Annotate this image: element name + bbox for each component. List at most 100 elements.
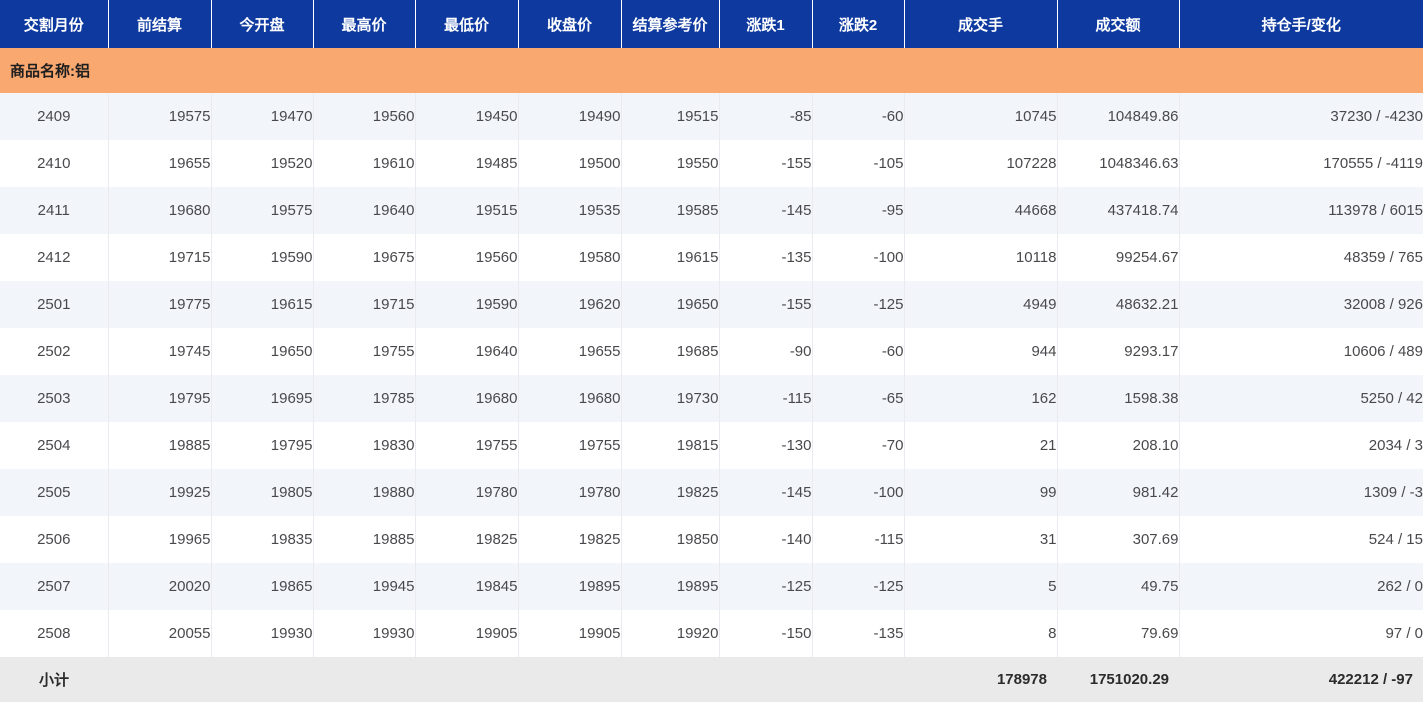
value-cell: 4949 bbox=[904, 281, 1057, 328]
value-cell: 19515 bbox=[415, 187, 518, 234]
value-cell: 19930 bbox=[313, 610, 415, 657]
value-cell: -105 bbox=[812, 140, 904, 187]
value-cell: 19780 bbox=[518, 469, 621, 516]
value-cell: 10606 / 489 bbox=[1179, 328, 1423, 375]
value-cell: -100 bbox=[812, 234, 904, 281]
column-header-10: 成交额 bbox=[1057, 0, 1179, 48]
contract-row: 2506199651983519885198251982519850-140-1… bbox=[0, 516, 1423, 563]
value-cell: -125 bbox=[719, 563, 812, 610]
value-cell: 79.69 bbox=[1057, 610, 1179, 657]
delivery-month-cell: 2505 bbox=[0, 469, 108, 516]
value-cell: 19685 bbox=[621, 328, 719, 375]
value-cell: 19500 bbox=[518, 140, 621, 187]
contract-row: 2508200551993019930199051990519920-150-1… bbox=[0, 610, 1423, 657]
delivery-month-cell: 2411 bbox=[0, 187, 108, 234]
value-cell: 19965 bbox=[108, 516, 211, 563]
value-cell: -115 bbox=[812, 516, 904, 563]
value-cell: 19835 bbox=[211, 516, 313, 563]
value-cell: 20020 bbox=[108, 563, 211, 610]
value-cell: -150 bbox=[719, 610, 812, 657]
value-cell: 437418.74 bbox=[1057, 187, 1179, 234]
value-cell: 19895 bbox=[621, 563, 719, 610]
value-cell: 19945 bbox=[313, 563, 415, 610]
value-cell: 10745 bbox=[904, 93, 1057, 140]
value-cell: 19805 bbox=[211, 469, 313, 516]
value-cell: 19550 bbox=[621, 140, 719, 187]
delivery-month-cell: 2506 bbox=[0, 516, 108, 563]
value-cell: 19470 bbox=[211, 93, 313, 140]
value-cell: 19680 bbox=[518, 375, 621, 422]
contract-row: 2507200201986519945198451989519895-125-1… bbox=[0, 563, 1423, 610]
value-cell: -60 bbox=[812, 328, 904, 375]
value-cell: -125 bbox=[812, 281, 904, 328]
value-cell: 97 / 0 bbox=[1179, 610, 1423, 657]
value-cell: 19755 bbox=[313, 328, 415, 375]
column-header-7: 涨跌1 bbox=[719, 0, 812, 48]
value-cell: 19655 bbox=[108, 140, 211, 187]
commodity-group-row: 商品名称:铝 bbox=[0, 48, 1423, 93]
value-cell: 9293.17 bbox=[1057, 328, 1179, 375]
value-cell: 19785 bbox=[313, 375, 415, 422]
column-header-2: 今开盘 bbox=[211, 0, 313, 48]
value-cell: 19535 bbox=[518, 187, 621, 234]
value-cell: 19650 bbox=[621, 281, 719, 328]
value-cell: -60 bbox=[812, 93, 904, 140]
value-cell: -115 bbox=[719, 375, 812, 422]
value-cell: 19590 bbox=[415, 281, 518, 328]
value-cell: 10118 bbox=[904, 234, 1057, 281]
value-cell: 19795 bbox=[211, 422, 313, 469]
value-cell: -130 bbox=[719, 422, 812, 469]
value-cell: 44668 bbox=[904, 187, 1057, 234]
value-cell: 19905 bbox=[518, 610, 621, 657]
value-cell: 19845 bbox=[415, 563, 518, 610]
contract-row: 2410196551952019610194851950019550-155-1… bbox=[0, 140, 1423, 187]
value-cell: 107228 bbox=[904, 140, 1057, 187]
value-cell: 5 bbox=[904, 563, 1057, 610]
value-cell: 20055 bbox=[108, 610, 211, 657]
value-cell: -135 bbox=[719, 234, 812, 281]
delivery-month-cell: 2502 bbox=[0, 328, 108, 375]
value-cell: 208.10 bbox=[1057, 422, 1179, 469]
value-cell: 1598.38 bbox=[1057, 375, 1179, 422]
value-cell: 307.69 bbox=[1057, 516, 1179, 563]
value-cell: 944 bbox=[904, 328, 1057, 375]
column-header-5: 收盘价 bbox=[518, 0, 621, 48]
contract-row: 2412197151959019675195601958019615-135-1… bbox=[0, 234, 1423, 281]
header-row: 交割月份前结算今开盘最高价最低价收盘价结算参考价涨跌1涨跌2成交手成交额持仓手/… bbox=[0, 0, 1423, 48]
value-cell: 162 bbox=[904, 375, 1057, 422]
value-cell: -70 bbox=[812, 422, 904, 469]
contract-row: 2502197451965019755196401965519685-90-60… bbox=[0, 328, 1423, 375]
value-cell: 19925 bbox=[108, 469, 211, 516]
value-cell: 19575 bbox=[108, 93, 211, 140]
value-cell: -155 bbox=[719, 140, 812, 187]
value-cell: 19930 bbox=[211, 610, 313, 657]
value-cell: 5250 / 42 bbox=[1179, 375, 1423, 422]
value-cell: 19865 bbox=[211, 563, 313, 610]
value-cell: 19825 bbox=[518, 516, 621, 563]
value-cell: 19450 bbox=[415, 93, 518, 140]
subtotal-row: 小计 178978 1751020.29 422212 / -97 bbox=[0, 657, 1423, 702]
delivery-month-cell: 2412 bbox=[0, 234, 108, 281]
value-cell: -145 bbox=[719, 187, 812, 234]
value-cell: 19895 bbox=[518, 563, 621, 610]
value-cell: 19680 bbox=[108, 187, 211, 234]
value-cell: 1309 / -3 bbox=[1179, 469, 1423, 516]
delivery-month-cell: 2508 bbox=[0, 610, 108, 657]
subtotal-volume: 178978 bbox=[904, 657, 1057, 702]
delivery-month-cell: 2504 bbox=[0, 422, 108, 469]
value-cell: 19615 bbox=[621, 234, 719, 281]
value-cell: -90 bbox=[719, 328, 812, 375]
value-cell: 19830 bbox=[313, 422, 415, 469]
value-cell: 19780 bbox=[415, 469, 518, 516]
value-cell: 524 / 15 bbox=[1179, 516, 1423, 563]
contract-row: 2504198851979519830197551975519815-130-7… bbox=[0, 422, 1423, 469]
value-cell: 19775 bbox=[108, 281, 211, 328]
column-header-4: 最低价 bbox=[415, 0, 518, 48]
value-cell: -125 bbox=[812, 563, 904, 610]
value-cell: 48632.21 bbox=[1057, 281, 1179, 328]
delivery-month-cell: 2507 bbox=[0, 563, 108, 610]
value-cell: -135 bbox=[812, 610, 904, 657]
value-cell: 1048346.63 bbox=[1057, 140, 1179, 187]
value-cell: 19640 bbox=[415, 328, 518, 375]
value-cell: 19615 bbox=[211, 281, 313, 328]
